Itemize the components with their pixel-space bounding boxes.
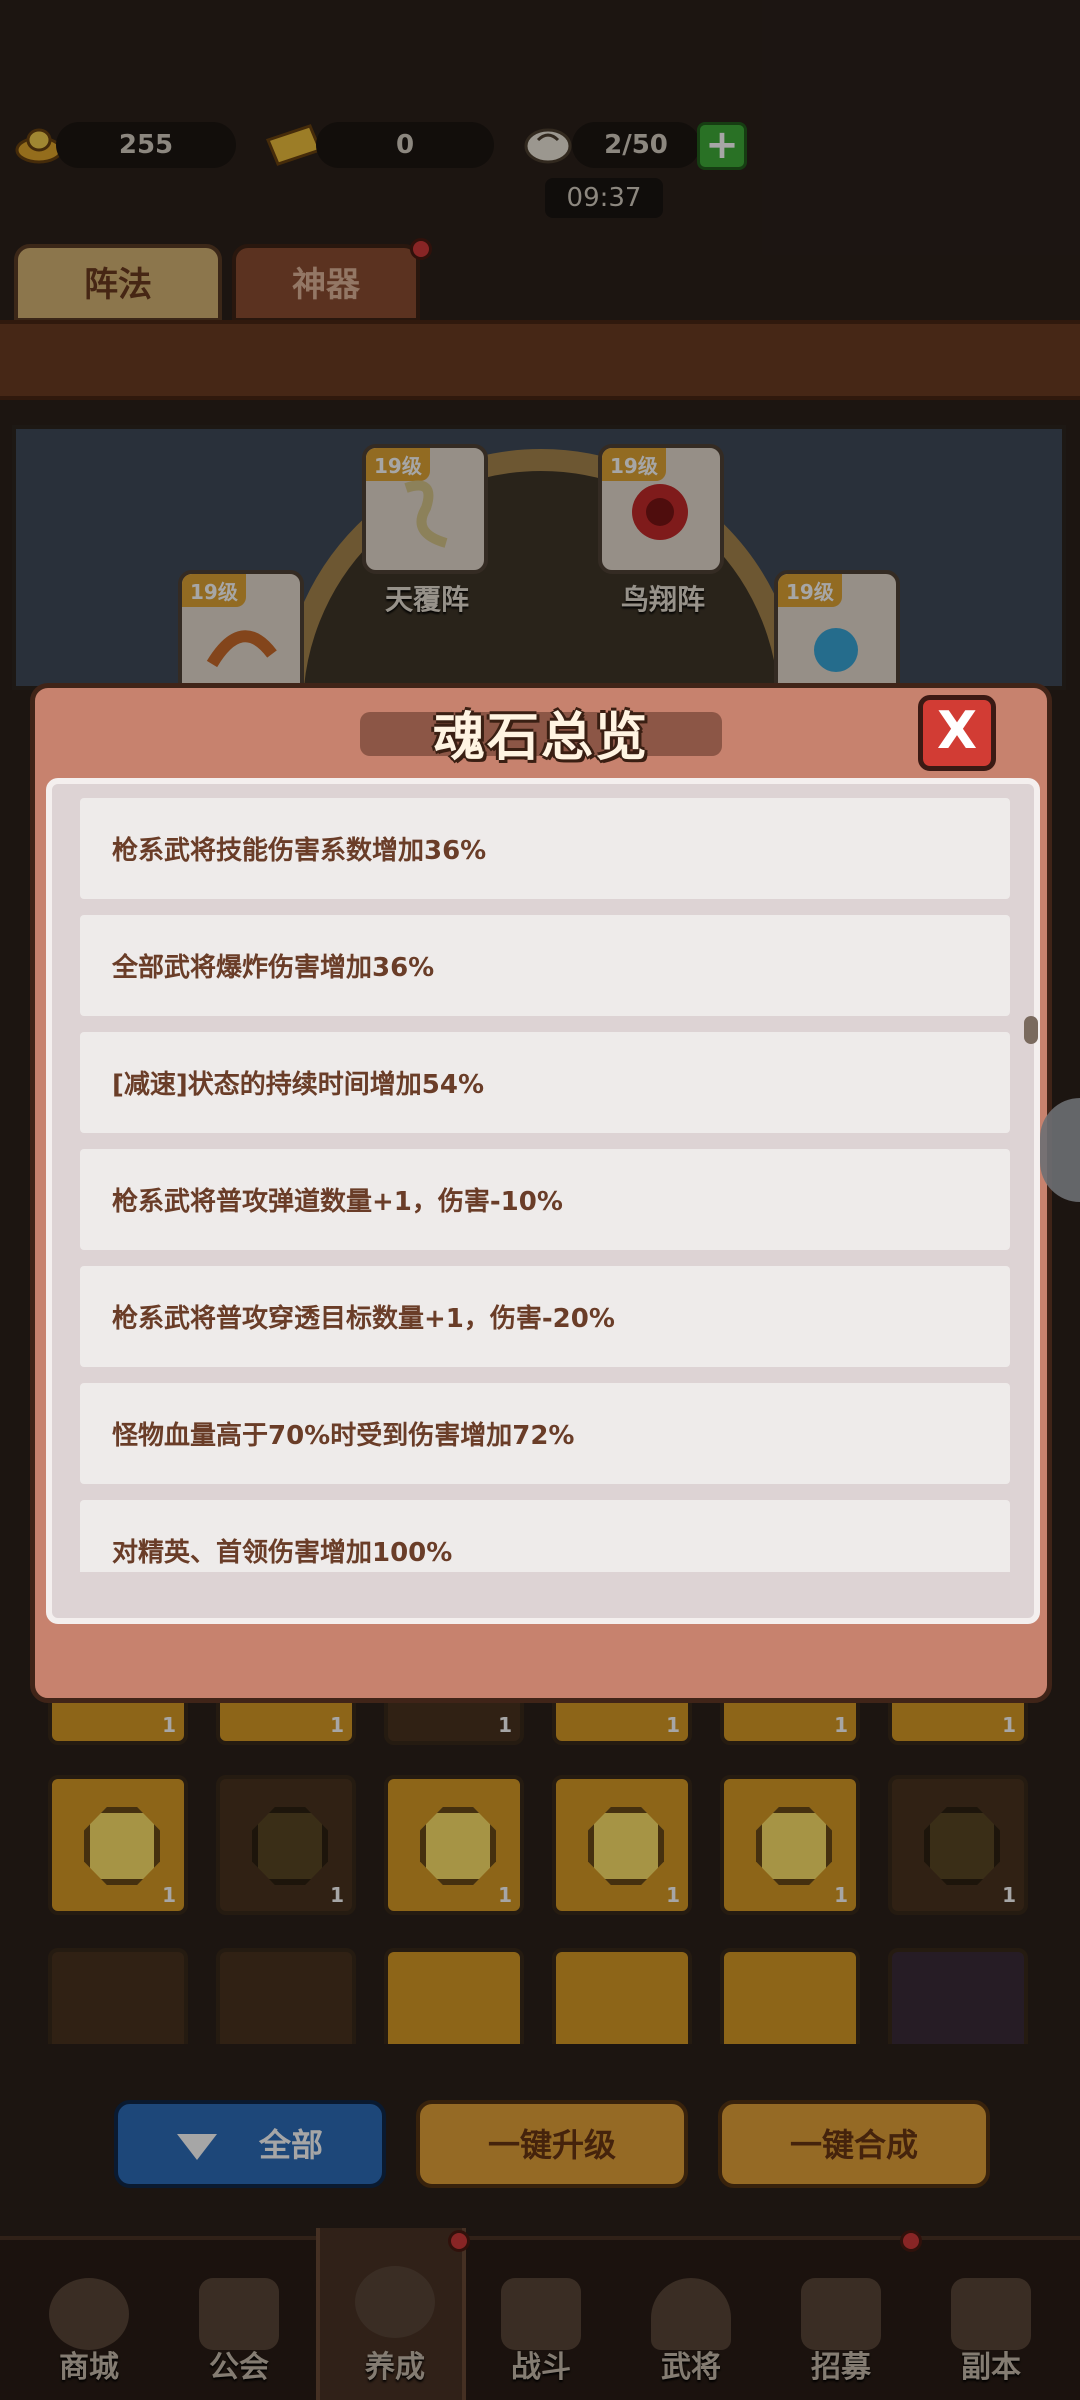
effect-row: 枪系武将技能伤害系数增加36% [80,798,1010,899]
effect-text: 怪物血量高于70%时受到伤害增加72% [112,1421,575,1451]
scrollbar-thumb[interactable] [1024,1016,1038,1044]
effect-row: 枪系武将普攻弹道数量+1，伤害-10% [80,1149,1010,1250]
dialog-title: 魂石总览 [432,708,649,768]
effect-row: 对精英、首领伤害增加100% [80,1500,1010,1572]
close-icon: X [936,701,978,761]
effects-list-panel[interactable]: 枪系武将技能伤害系数增加36% 全部武将爆炸伤害增加36% [减速]状态的持续时… [46,778,1040,1624]
effect-text: 对精英、首领伤害增加100% [112,1538,453,1568]
effect-text: 枪系武将普攻弹道数量+1，伤害-10% [112,1187,563,1217]
effect-row: 怪物血量高于70%时受到伤害增加72% [80,1383,1010,1484]
effect-text: 枪系武将普攻穿透目标数量+1，伤害-20% [112,1304,615,1334]
effect-text: 全部武将爆炸伤害增加36% [112,953,435,983]
effect-text: 枪系武将技能伤害系数增加36% [112,836,487,866]
effect-row: [减速]状态的持续时间增加54% [80,1032,1010,1133]
effects-list[interactable]: 枪系武将技能伤害系数增加36% 全部武将爆炸伤害增加36% [减速]状态的持续时… [80,798,1010,1572]
effect-row: 枪系武将普攻穿透目标数量+1，伤害-20% [80,1266,1010,1367]
effect-row: 全部武将爆炸伤害增加36% [80,915,1010,1016]
close-button[interactable]: X [918,695,996,771]
effect-text: [减速]状态的持续时间增加54% [112,1070,484,1100]
